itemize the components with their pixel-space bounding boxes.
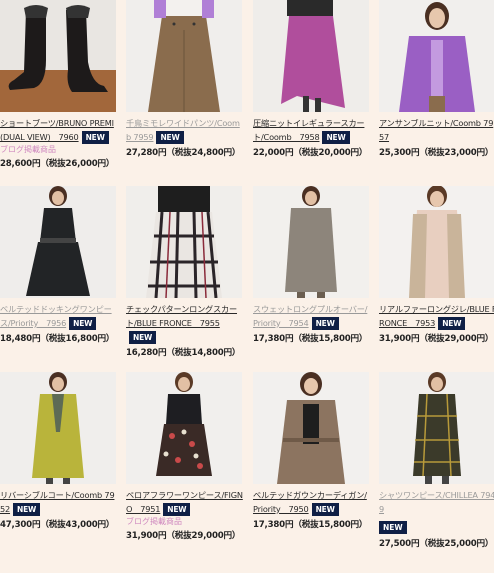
- product-card[interactable]: リアルファーロングジレ/BLUE FRONCE 7953 NEW 31,900円（…: [379, 186, 494, 344]
- product-price: 17,380円（税抜15,800円）: [253, 334, 368, 344]
- product-card[interactable]: 千鳥ミモレワイドパンツ/Coomb 7959 NEW 27,280円（税抜24,8…: [126, 0, 244, 158]
- product-name-link[interactable]: 千鳥ミモレワイドパンツ/Coomb 7959 NEW: [126, 116, 244, 144]
- product-price: 27,280円（税抜24,800円）: [126, 148, 241, 158]
- new-badge: NEW: [163, 503, 191, 516]
- product-card[interactable]: チェックパターンロングスカート/BLUE FRONCE 7955 NEW 16,2…: [126, 186, 244, 358]
- new-badge: NEW: [156, 131, 184, 144]
- product-price: 17,380円（税抜15,800円）: [253, 520, 368, 530]
- product-price: 22,000円（税抜20,000円）: [253, 148, 368, 158]
- new-badge: NEW: [69, 317, 97, 330]
- product-price: 18,480円（税抜16,800円）: [0, 334, 115, 344]
- product-grid: ショートブーツ/BRUNO PREMI (DUAL VIEW) 7960 NEW …: [0, 0, 494, 573]
- product-photo[interactable]: [0, 0, 116, 112]
- product-card[interactable]: 圧縮ニットイレギュラースカート/Coomb 7958 NEW 22,000円（税抜…: [253, 0, 371, 158]
- product-photo[interactable]: [126, 186, 242, 298]
- product-name-link[interactable]: ショートブーツ/BRUNO PREMI (DUAL VIEW) 7960 NEW: [0, 116, 118, 144]
- blog-label: ブログ掲載商品: [126, 517, 182, 526]
- product-name-link[interactable]: チェックパターンロングスカート/BLUE FRONCE 7955 NEW: [126, 302, 244, 344]
- product-card[interactable]: ベルテッドガウンカーディガン/Priority 7950 NEW 17,380円（…: [253, 372, 371, 530]
- new-badge: NEW: [129, 331, 157, 344]
- new-badge: NEW: [438, 317, 466, 330]
- product-card[interactable]: ショートブーツ/BRUNO PREMI (DUAL VIEW) 7960 NEW …: [0, 0, 118, 169]
- product-name-link[interactable]: ベルテッドドッキングワンピース/Priority 7956 NEW: [0, 302, 118, 330]
- product-photo[interactable]: [379, 0, 494, 112]
- product-price: 47,300円（税抜43,000円）: [0, 520, 115, 530]
- product-name[interactable]: アンサンブルニット/Coomb 7957: [379, 118, 493, 142]
- product-price: 28,600円（税抜26,000円）: [0, 159, 115, 169]
- product-photo[interactable]: [253, 0, 369, 112]
- product-name[interactable]: ベルテッドガウンカーディガン/Priority 7950: [253, 490, 367, 514]
- new-badge: NEW: [322, 131, 350, 144]
- product-card[interactable]: ベルテッドドッキングワンピース/Priority 7956 NEW 18,480円…: [0, 186, 118, 344]
- product-photo[interactable]: [379, 372, 494, 484]
- product-price: 25,300円（税抜23,000円）: [379, 148, 494, 158]
- product-photo[interactable]: [0, 372, 116, 484]
- product-price: 31,900円（税抜29,000円）: [126, 531, 241, 541]
- product-price: 31,900円（税抜29,000円）: [379, 334, 494, 344]
- product-name-link[interactable]: シャツワンピース/CHILLEA 7949: [379, 488, 494, 516]
- product-name-link[interactable]: ベルテッドガウンカーディガン/Priority 7950 NEW: [253, 488, 371, 516]
- product-name-link[interactable]: ペロアフラワーワンピース/FIGNO 7951 NEW: [126, 488, 244, 516]
- product-name-link[interactable]: アンサンブルニット/Coomb 7957: [379, 116, 494, 144]
- product-card[interactable]: ペロアフラワーワンピース/FIGNO 7951 NEW ブログ掲載商品 31,90…: [126, 372, 244, 541]
- product-photo[interactable]: [253, 186, 369, 298]
- product-name[interactable]: リアルファーロングジレ/BLUE FRONCE 7953: [379, 304, 494, 328]
- product-name-link[interactable]: スウェットロングプルオーバー/Priority 7954 NEW: [253, 302, 371, 330]
- product-card[interactable]: スウェットロングプルオーバー/Priority 7954 NEW 17,380円（…: [253, 186, 371, 344]
- new-badge: NEW: [311, 317, 339, 330]
- product-photo[interactable]: [253, 372, 369, 484]
- product-name[interactable]: チェックパターンロングスカート/BLUE FRONCE 7955: [126, 304, 237, 328]
- new-badge: NEW: [311, 503, 339, 516]
- product-name-link[interactable]: 圧縮ニットイレギュラースカート/Coomb 7958 NEW: [253, 116, 371, 144]
- product-photo[interactable]: [0, 186, 116, 298]
- blog-label: ブログ掲載商品: [0, 145, 56, 154]
- product-name[interactable]: スウェットロングプルオーバー/Priority 7954: [253, 304, 368, 328]
- product-name-link[interactable]: リバーシブルコート/Coomb 7952 NEW: [0, 488, 118, 516]
- product-photo[interactable]: [379, 186, 494, 298]
- product-photo[interactable]: [126, 0, 242, 112]
- product-card[interactable]: シャツワンピース/CHILLEA 7949 NEW 27,500円（税抜25,0…: [379, 372, 494, 549]
- new-badge: NEW: [81, 131, 109, 144]
- product-name[interactable]: シャツワンピース/CHILLEA 7949: [379, 490, 494, 514]
- product-price: 16,280円（税抜14,800円）: [126, 348, 241, 358]
- product-name-link[interactable]: リアルファーロングジレ/BLUE FRONCE 7953 NEW: [379, 302, 494, 330]
- new-badge: NEW: [13, 503, 41, 516]
- product-photo[interactable]: [126, 372, 242, 484]
- product-card[interactable]: アンサンブルニット/Coomb 7957 25,300円（税抜23,000円）: [379, 0, 494, 158]
- new-badge: NEW: [379, 521, 407, 534]
- product-price: 27,500円（税抜25,000円）: [379, 539, 494, 549]
- product-card[interactable]: リバーシブルコート/Coomb 7952 NEW 47,300円（税抜43,000…: [0, 372, 118, 530]
